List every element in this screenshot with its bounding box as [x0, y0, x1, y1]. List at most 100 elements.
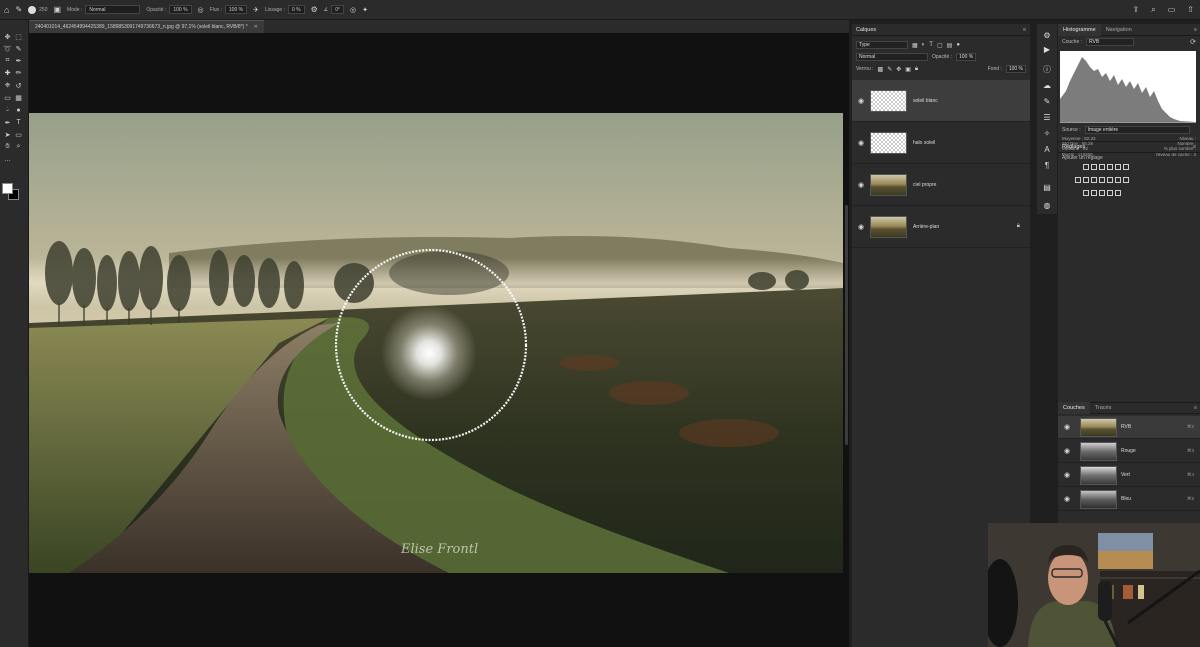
sliders-icon[interactable]: ☰	[1042, 112, 1052, 122]
adjustments-title[interactable]: Réglages	[1062, 144, 1085, 150]
gradient-map-icon[interactable]	[1107, 190, 1113, 196]
path-select-icon[interactable]: ➤	[3, 130, 12, 139]
character-icon[interactable]: A	[1042, 144, 1052, 154]
hue-sat-icon[interactable]	[1075, 177, 1081, 183]
brush-settings-icon[interactable]: ▣	[53, 5, 61, 14]
panel-menu-icon[interactable]: ≡	[1023, 27, 1026, 33]
layer-row[interactable]: ◉ halo soleil	[852, 122, 1030, 164]
color-balance-icon[interactable]	[1083, 177, 1089, 183]
type-icon[interactable]: T	[14, 118, 23, 127]
creative-cloud-icon[interactable]: ◍	[1042, 200, 1052, 210]
angle-field[interactable]: 0°	[331, 5, 345, 14]
mode-select[interactable]: Normal	[85, 5, 141, 14]
channel-row[interactable]: ◉ Bleu ⌘5	[1058, 488, 1200, 511]
share-icon[interactable]: ⇪	[1133, 5, 1140, 14]
zoom-icon[interactable]: ⌕	[14, 143, 23, 152]
pressure-opacity-icon[interactable]: ◎	[198, 6, 204, 14]
brush-settings-strip-icon[interactable]: ✎	[1042, 96, 1052, 106]
lock-artboard-icon[interactable]: ▣	[905, 66, 911, 73]
blur-icon[interactable]: 💧︎	[3, 106, 12, 115]
filter-adjustment-icon[interactable]: ◐	[922, 42, 926, 48]
lock-transparent-icon[interactable]: ▩	[878, 66, 884, 73]
lock-position-icon[interactable]: ✥	[896, 66, 901, 73]
canvas-scrollbar[interactable]	[845, 205, 848, 445]
document-image[interactable]: Elise Frontl	[29, 113, 843, 573]
quick-select-icon[interactable]: ✎	[14, 44, 23, 53]
visibility-eye-icon[interactable]: ◉	[1058, 447, 1076, 455]
levels-icon[interactable]	[1091, 164, 1097, 170]
airbrush-icon[interactable]: ✈	[253, 6, 259, 14]
visibility-eye-icon[interactable]: ◉	[1058, 495, 1076, 503]
workspace-icon[interactable]: ▭	[1168, 5, 1176, 14]
channel-row[interactable]: ◉ RVB ⌘2	[1058, 416, 1200, 439]
channel-row[interactable]: ◉ Vert ⌘4	[1058, 464, 1200, 487]
black-white-icon[interactable]	[1091, 177, 1097, 183]
filter-type-icon[interactable]: T	[929, 42, 933, 48]
visibility-eye-icon[interactable]: ◉	[1058, 471, 1076, 479]
posterize-icon[interactable]	[1083, 190, 1089, 196]
info-icon[interactable]: ⓘ	[1042, 64, 1052, 74]
channel-mixer-icon[interactable]	[1107, 177, 1113, 183]
layer-opacity-field[interactable]: 100 %	[956, 53, 977, 61]
tab-histogram[interactable]: Histogramme	[1058, 23, 1101, 36]
curves-icon[interactable]	[1099, 164, 1105, 170]
visibility-eye-icon[interactable]: ◉	[1058, 423, 1076, 431]
opacity-field[interactable]: 100 %	[169, 5, 192, 14]
panel-menu-icon[interactable]: ≡	[1194, 405, 1197, 411]
exposure-icon[interactable]	[1107, 164, 1113, 170]
tab-channels[interactable]: Couches	[1058, 402, 1090, 414]
refresh-icon[interactable]: ⟳	[1190, 38, 1196, 46]
visibility-eye-icon[interactable]: ◉	[852, 181, 870, 189]
smoothing-field[interactable]: 0 %	[287, 5, 305, 14]
tab-paths[interactable]: Tracés	[1090, 402, 1117, 414]
panel-menu-icon[interactable]: ≡	[1194, 27, 1197, 33]
layers-panel-title[interactable]: Calques	[856, 27, 876, 33]
smoothing-options-icon[interactable]: ⚙	[311, 5, 318, 14]
hand-icon[interactable]: ✋︎	[3, 143, 12, 152]
visibility-eye-icon[interactable]: ◉	[852, 139, 870, 147]
stamp-icon[interactable]: ⎈	[3, 81, 12, 90]
histogram-channel-select[interactable]: RVB	[1086, 38, 1135, 46]
photo-filter-icon[interactable]	[1099, 177, 1105, 183]
layer-row[interactable]: ◉ ciel propre	[852, 164, 1030, 206]
gradient-icon[interactable]: ▦	[14, 94, 23, 103]
histogram-source-select[interactable]: Image entière	[1084, 126, 1190, 134]
rectangle-icon[interactable]: ▭	[14, 130, 23, 139]
dodge-icon[interactable]: ●	[14, 106, 23, 115]
visibility-eye-icon[interactable]: ◉	[852, 223, 870, 231]
layer-row[interactable]: ◉ soleil blanc	[852, 80, 1030, 122]
filter-toggle-icon[interactable]: ●	[956, 42, 960, 48]
more-icon[interactable]: …	[3, 155, 12, 164]
blend-mode-select[interactable]: Normal	[856, 53, 928, 61]
layer-comps-icon[interactable]: ▤	[1042, 182, 1052, 192]
pen-icon[interactable]: ✒	[3, 118, 12, 127]
move-icon[interactable]: ✥	[3, 32, 12, 41]
panel-menu-icon[interactable]: ≡	[1193, 144, 1196, 150]
healing-icon[interactable]: ✚	[3, 69, 12, 78]
home-icon[interactable]: ⌂	[4, 5, 9, 15]
color-lookup-icon[interactable]	[1115, 177, 1121, 183]
paragraph-icon[interactable]: ¶	[1042, 160, 1052, 170]
filter-smart-icon[interactable]: ▤	[947, 42, 953, 49]
play-actions-icon[interactable]: ▶	[1042, 44, 1052, 54]
marquee-icon[interactable]: ⬚	[14, 32, 23, 41]
brush-preset-icon[interactable]: ✎	[15, 5, 22, 14]
close-tab-icon[interactable]: ✕	[254, 24, 258, 30]
cloud-icon[interactable]: ☁	[1042, 80, 1052, 90]
document-tab[interactable]: 240401014_462454994425389_15898530917497…	[29, 20, 264, 33]
eyedropper-icon[interactable]: ✒	[14, 57, 23, 66]
history-brush-icon[interactable]: ↺	[14, 81, 23, 90]
channel-row[interactable]: ◉ Rouge ⌘3	[1058, 440, 1200, 463]
layer-row[interactable]: ◉ Arrière-plan 🔒︎	[852, 206, 1030, 248]
lasso-icon[interactable]: ➰	[3, 44, 12, 53]
invert-icon[interactable]	[1123, 177, 1129, 183]
layer-filter-select[interactable]: Type	[856, 41, 908, 49]
vibrance-icon[interactable]	[1115, 164, 1121, 170]
filter-pixel-icon[interactable]: ▦	[912, 42, 918, 49]
selective-color-icon[interactable]	[1099, 190, 1105, 196]
threshold-icon[interactable]	[1091, 190, 1097, 196]
share-document-icon[interactable]: ⇧	[1187, 5, 1194, 14]
brush-icon[interactable]: ✏	[14, 69, 23, 78]
adjustments-strip-icon[interactable]: ⚙	[1042, 30, 1052, 40]
symmetry-icon[interactable]: ✦	[362, 6, 368, 14]
